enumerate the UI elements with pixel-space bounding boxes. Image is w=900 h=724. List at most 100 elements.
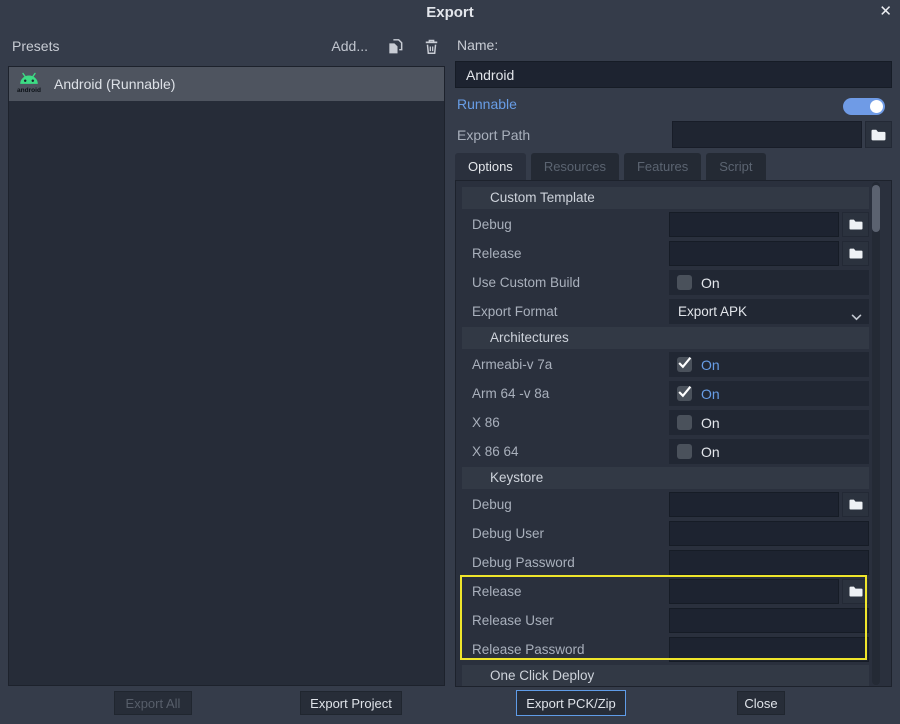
options-scrollbar[interactable] — [872, 182, 880, 685]
option-label: Release Password — [462, 642, 669, 657]
folder-icon — [849, 499, 863, 510]
option-row: Debug — [462, 490, 869, 519]
option-control: On — [669, 410, 869, 435]
dropdown-value: Export APK — [678, 304, 747, 319]
name-label: Name: — [457, 37, 498, 53]
option-control: On — [669, 439, 869, 464]
folder-icon — [849, 586, 863, 597]
export-path-folder-button[interactable] — [865, 121, 892, 148]
scrollbar-thumb[interactable] — [872, 185, 880, 232]
option-label: X 86 — [462, 415, 669, 430]
checkbox-state-label: On — [701, 415, 720, 431]
checkmark-icon — [677, 384, 692, 399]
checkbox-state-label: On — [701, 357, 720, 373]
checkbox-state-label: On — [701, 275, 720, 291]
presets-actions: Add... — [331, 38, 440, 55]
checkbox[interactable] — [677, 275, 692, 290]
name-input[interactable] — [455, 61, 892, 88]
option-row: Release — [462, 577, 869, 606]
presets-header: Presets Add... — [12, 36, 440, 56]
option-control: On — [669, 381, 869, 406]
close-icon[interactable]: ✕ — [879, 3, 892, 21]
add-preset-button[interactable]: Add... — [331, 38, 368, 54]
text-input[interactable] — [669, 608, 869, 633]
option-row: Release User — [462, 606, 869, 635]
checkbox[interactable] — [677, 386, 692, 401]
tab-bar: OptionsResourcesFeaturesScript — [455, 153, 766, 180]
option-label: Arm 64 -v 8a — [462, 386, 669, 401]
preset-icon: android — [14, 68, 44, 101]
option-row: Debug User — [462, 519, 869, 548]
checkbox[interactable] — [677, 415, 692, 430]
preset-item[interactable]: android Android (Runnable) — [9, 67, 444, 101]
text-input[interactable] — [669, 521, 869, 546]
option-control: On — [669, 270, 869, 295]
folder-button[interactable] — [842, 492, 869, 517]
option-row: Release Password — [462, 635, 869, 664]
option-row: X 86 On — [462, 408, 869, 437]
tab-script[interactable]: Script — [706, 153, 765, 180]
folder-button[interactable] — [842, 241, 869, 266]
section-header[interactable]: One Click Deploy — [462, 665, 869, 686]
export-pck-zip-button[interactable]: Export PCK/Zip — [516, 690, 626, 716]
text-input[interactable] — [669, 550, 869, 575]
svg-text:android: android — [17, 86, 41, 93]
runnable-toggle[interactable] — [843, 98, 885, 115]
text-input[interactable] — [669, 637, 869, 662]
option-row: Debug — [462, 210, 869, 239]
option-control — [669, 212, 869, 237]
option-control — [669, 521, 869, 546]
close-button[interactable]: Close — [737, 691, 785, 715]
chevron-down-icon — [851, 314, 862, 321]
dropdown[interactable]: Export APK — [669, 299, 869, 324]
tab-features[interactable]: Features — [624, 153, 701, 180]
option-label: Armeabi-v 7a — [462, 357, 669, 372]
option-row: Arm 64 -v 8a On — [462, 379, 869, 408]
option-label: Use Custom Build — [462, 275, 669, 290]
option-control: On — [669, 352, 869, 377]
option-label: Debug — [462, 217, 669, 232]
path-input[interactable] — [669, 579, 839, 604]
folder-button[interactable] — [842, 579, 869, 604]
duplicate-icon[interactable] — [387, 38, 404, 55]
trash-icon[interactable] — [423, 38, 440, 55]
option-control — [669, 241, 869, 266]
section-header[interactable]: Custom Template — [462, 187, 869, 209]
option-label: Debug User — [462, 526, 669, 541]
preset-item-label: Android (Runnable) — [54, 76, 175, 92]
option-label: Release User — [462, 613, 669, 628]
option-label: Release — [462, 246, 669, 261]
path-input[interactable] — [669, 492, 839, 517]
checkbox[interactable] — [677, 357, 692, 372]
export-path-input[interactable] — [672, 121, 862, 148]
option-control — [669, 492, 869, 517]
section-header[interactable]: Architectures — [462, 327, 869, 349]
option-row: Release — [462, 239, 869, 268]
runnable-label: Runnable — [457, 96, 517, 112]
tab-options[interactable]: Options — [455, 153, 526, 180]
options-rows: Custom Template Debug Release Use Custom Bu… — [462, 186, 869, 686]
option-label: Release — [462, 584, 669, 599]
checkbox-state-label: On — [701, 386, 720, 402]
tab-resources[interactable]: Resources — [531, 153, 619, 180]
folder-button[interactable] — [842, 212, 869, 237]
option-row: Debug Password — [462, 548, 869, 577]
option-control — [669, 637, 869, 662]
toggle-knob — [870, 100, 883, 113]
section-header[interactable]: Keystore — [462, 467, 869, 489]
option-label: Debug Password — [462, 555, 669, 570]
option-control — [669, 579, 869, 604]
option-row: Use Custom Build On — [462, 268, 869, 297]
path-input[interactable] — [669, 212, 839, 237]
checkbox-state-label: On — [701, 444, 720, 460]
checkbox[interactable] — [677, 444, 692, 459]
path-input[interactable] — [669, 241, 839, 266]
option-label: Export Format — [462, 304, 669, 319]
option-control — [669, 550, 869, 575]
option-label: X 86 64 — [462, 444, 669, 459]
export-path-label: Export Path — [457, 127, 530, 143]
option-row: Armeabi-v 7a On — [462, 350, 869, 379]
option-label: Debug — [462, 497, 669, 512]
export-project-button[interactable]: Export Project — [300, 691, 402, 715]
export-all-button: Export All — [114, 691, 192, 715]
